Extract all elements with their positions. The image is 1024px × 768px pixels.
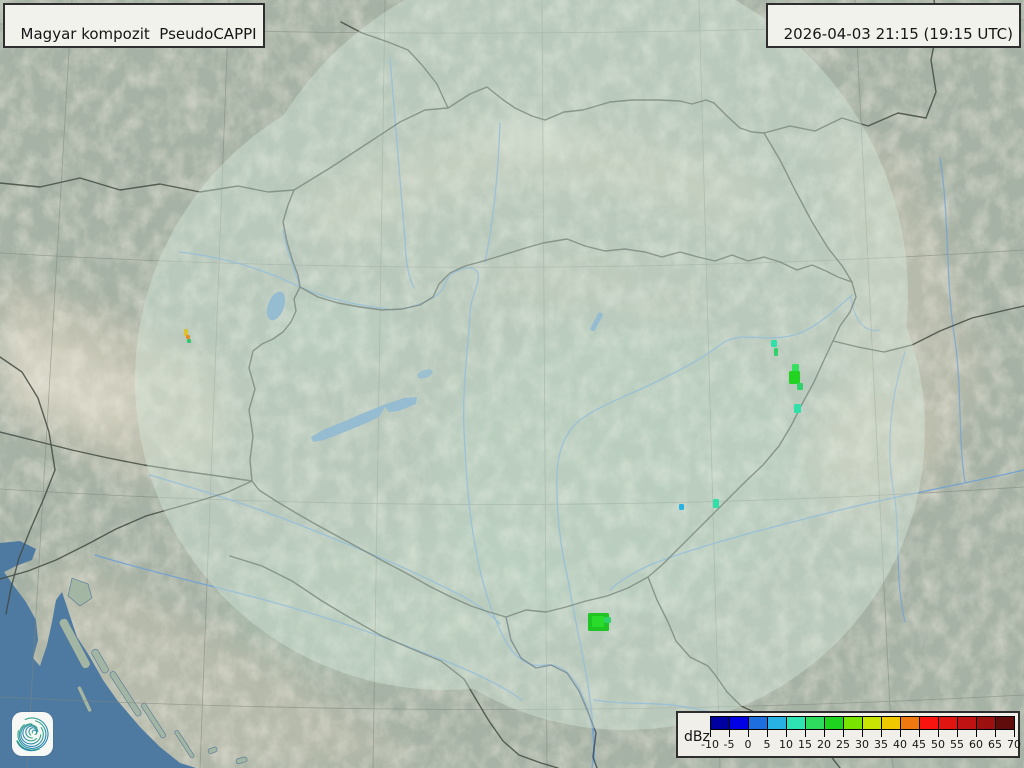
legend-tick-label: 20 (817, 738, 831, 751)
composite-radar-map (0, 0, 1024, 768)
timestamp-box: 2026-04-03 21:15 (19:15 UTC) (766, 3, 1021, 48)
legend-color-swatch (843, 716, 863, 730)
legend-tick (957, 729, 958, 737)
spiral-logo-icon (12, 712, 53, 756)
legend-color-swatch (710, 716, 730, 730)
legend-tick (805, 729, 806, 737)
legend-tick-label: -10 (701, 738, 719, 751)
legend-tick-label: 55 (950, 738, 964, 751)
legend-tick (995, 729, 996, 737)
radar-echo (771, 340, 777, 347)
legend-tick-label: 40 (893, 738, 907, 751)
radar-echo (789, 371, 800, 384)
radar-echo (679, 504, 684, 510)
legend-tick (786, 729, 787, 737)
legend-tick (900, 729, 901, 737)
legend-tick-label: 50 (931, 738, 945, 751)
legend-color-swatch (729, 716, 749, 730)
radar-echo (797, 383, 803, 390)
radar-viewer: Magyar kompozit PseudoCAPPI 2026-04-03 2… (0, 0, 1024, 768)
product-title: Magyar kompozit PseudoCAPPI (21, 25, 257, 43)
legend-tick-label: 30 (855, 738, 869, 751)
radar-echo (604, 617, 611, 623)
dbz-color-scale-legend: dBz -10-50510152025303540455055606570 (676, 711, 1020, 758)
legend-color-swatch (976, 716, 996, 730)
radar-echo (184, 329, 188, 336)
radar-echo (794, 404, 801, 413)
radar-echo (713, 499, 719, 508)
hungaromet-logo (12, 712, 53, 756)
legend-tick-label: 10 (779, 738, 793, 751)
legend-color-swatch (862, 716, 882, 730)
legend-tick (729, 729, 730, 737)
legend-color-swatch (805, 716, 825, 730)
legend-tick-label: 5 (764, 738, 771, 751)
legend-color-swatch (786, 716, 806, 730)
legend-tick (767, 729, 768, 737)
legend-tick-label: 15 (798, 738, 812, 751)
legend-tick (938, 729, 939, 737)
legend-swatches (710, 716, 1015, 730)
radar-echo (774, 348, 778, 356)
legend-tick-label: 0 (745, 738, 752, 751)
legend-tick (710, 729, 711, 737)
radar-echo (186, 335, 190, 339)
legend-tick-label: 65 (988, 738, 1002, 751)
legend-tick-label: 60 (969, 738, 983, 751)
legend-tick (862, 729, 863, 737)
radar-echo (187, 339, 191, 343)
legend-tick (881, 729, 882, 737)
legend-ticks (710, 729, 1015, 737)
product-title-box: Magyar kompozit PseudoCAPPI (3, 3, 265, 48)
legend-color-swatch (881, 716, 901, 730)
legend-color-swatch (957, 716, 977, 730)
legend-color-swatch (748, 716, 768, 730)
legend-tick-label: 25 (836, 738, 850, 751)
legend-tick (919, 729, 920, 737)
timestamp: 2026-04-03 21:15 (19:15 UTC) (784, 25, 1013, 43)
legend-color-swatch (824, 716, 844, 730)
legend-color-swatch (900, 716, 920, 730)
legend-tick-labels: -10-50510152025303540455055606570 (710, 738, 1015, 752)
legend-tick-label: 45 (912, 738, 926, 751)
legend-color-swatch (938, 716, 958, 730)
legend-tick (824, 729, 825, 737)
legend-tick (1014, 729, 1015, 737)
legend-tick (976, 729, 977, 737)
legend-tick (748, 729, 749, 737)
legend-color-swatch (919, 716, 939, 730)
legend-tick (843, 729, 844, 737)
legend-color-swatch (995, 716, 1015, 730)
legend-tick-label: -5 (724, 738, 735, 751)
legend-color-swatch (767, 716, 787, 730)
legend-tick-label: 70 (1007, 738, 1021, 751)
radar-echo (592, 616, 604, 627)
legend-tick-label: 35 (874, 738, 888, 751)
